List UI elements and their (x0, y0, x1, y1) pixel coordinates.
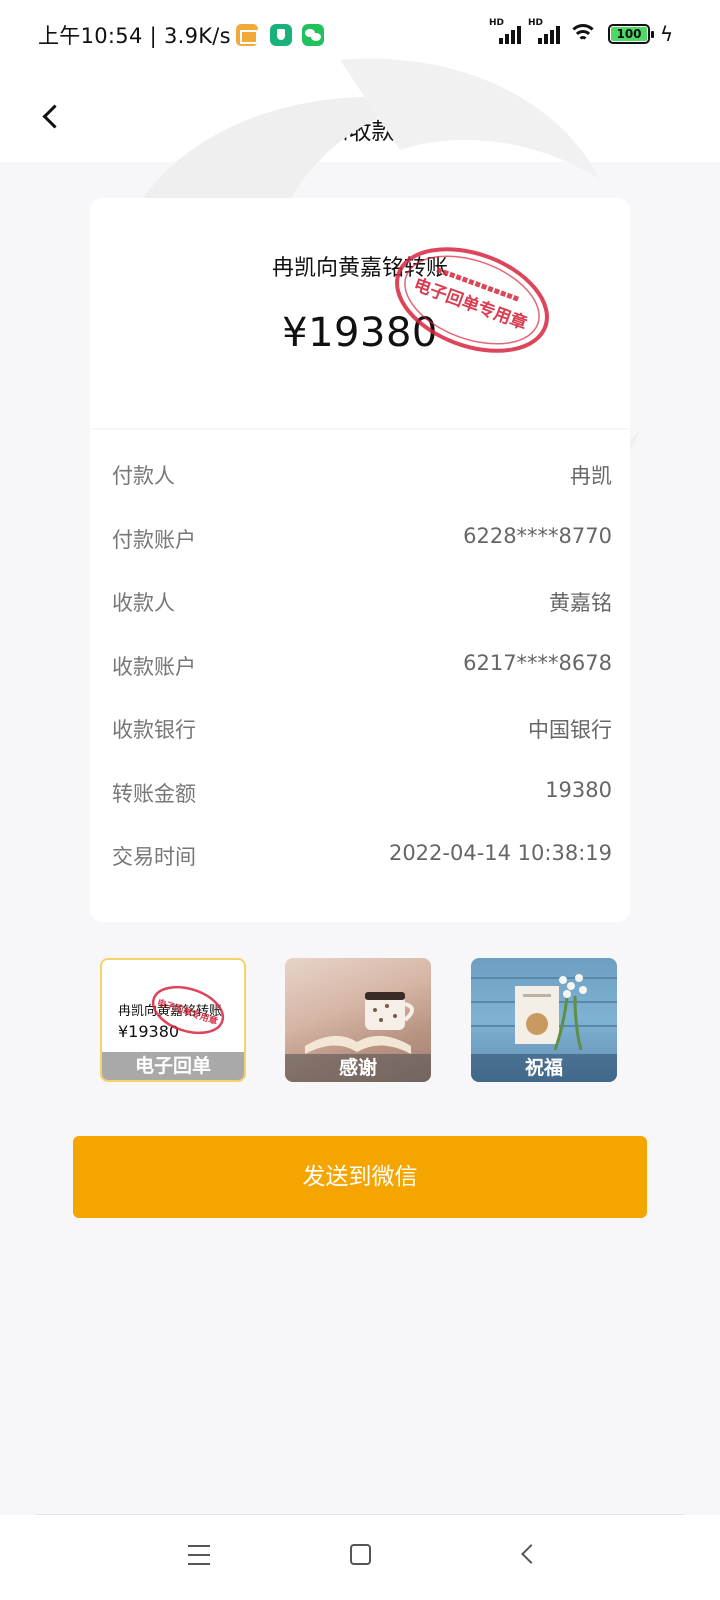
detail-value: 6217****8678 (463, 650, 612, 675)
detail-value: 黄嘉铭 (549, 591, 612, 615)
detail-row-bank: 收款银行 中国银行 (112, 714, 612, 778)
detail-list: 付款人 冉凯 付款账户 6228****8770 收款人 黄嘉铭 收款账户 62… (112, 460, 612, 905)
template-blessing[interactable]: 祝福 (471, 958, 617, 1082)
detail-row-time: 交易时间 2022-04-14 10:38:19 (112, 841, 612, 905)
status-time: 上午10:54 | 3.9K/s (38, 24, 231, 48)
nav-bar: 通知收款人 (0, 70, 720, 162)
wifi-icon (568, 22, 598, 44)
template-label: 感谢 (285, 1054, 431, 1082)
wechat-icon (302, 24, 324, 46)
send-to-wechat-button[interactable]: 发送到微信 (73, 1136, 647, 1218)
receipt-header: 冉凯向黄嘉铭转账 ¥19380 ▪▪▪▪▪▪▪▪▪▪▪▪▪ 电子回单专用章 (90, 198, 630, 428)
signal-icon-1: HD (489, 18, 523, 46)
template-label: 祝福 (471, 1054, 617, 1082)
home-icon[interactable] (350, 1544, 371, 1565)
menu-icon[interactable] (188, 1545, 210, 1565)
detail-label: 付款账户 (112, 527, 196, 552)
template-thanks[interactable]: 感谢 (285, 958, 431, 1082)
screen: 上午10:54 | 3.9K/s HD HD 100 ϟ 通知收款人 冉凯向黄嘉… (0, 0, 720, 1600)
receipt-card: 冉凯向黄嘉铭转账 ¥19380 ▪▪▪▪▪▪▪▪▪▪▪▪▪ 电子回单专用章 付款… (90, 198, 630, 922)
seal-stamp: ▪▪▪▪▪▪▪▪▪▪▪▪▪ 电子回单专用章 (395, 247, 549, 353)
mail-icon (236, 24, 258, 46)
detail-value: 冉凯 (570, 464, 612, 488)
charging-icon: ϟ (660, 22, 674, 46)
detail-label: 转账金额 (112, 781, 196, 806)
template-selector: 冉凯向黄嘉铭转账 ¥19380 电子回单专用章 电子回单 感谢 祝福 (96, 958, 632, 1088)
system-back-icon[interactable] (520, 1546, 536, 1562)
detail-row-payee: 收款人 黄嘉铭 (112, 587, 612, 651)
detail-value: 19380 (545, 777, 612, 802)
template-label: 电子回单 (102, 1052, 244, 1080)
divider (90, 428, 630, 430)
detail-label: 收款人 (112, 591, 175, 615)
signal-icon-2: HD (528, 18, 562, 46)
battery-icon: 100 (608, 24, 654, 44)
detail-value: 2022-04-14 10:38:19 (388, 841, 612, 865)
mini-seal-stamp: 电子回单专用章 (151, 985, 225, 1035)
detail-label: 交易时间 (112, 845, 196, 869)
detail-value: 6228****8770 (463, 523, 612, 548)
detail-value: 中国银行 (528, 718, 612, 742)
detail-row-payee-account: 收款账户 6217****8678 (112, 651, 612, 715)
status-bar: 上午10:54 | 3.9K/s HD HD 100 ϟ (0, 0, 720, 70)
security-icon (270, 24, 292, 46)
detail-label: 付款人 (112, 464, 175, 488)
detail-label: 收款银行 (112, 718, 196, 742)
page-title: 通知收款人 (302, 119, 418, 145)
detail-label: 收款账户 (112, 654, 196, 679)
detail-row-payer: 付款人 冉凯 (112, 460, 612, 524)
system-nav-bar (0, 1515, 720, 1600)
detail-row-amount: 转账金额 19380 (112, 778, 612, 842)
template-receipt[interactable]: 冉凯向黄嘉铭转账 ¥19380 电子回单专用章 电子回单 (100, 958, 246, 1082)
detail-row-payer-account: 付款账户 6228****8770 (112, 524, 612, 588)
